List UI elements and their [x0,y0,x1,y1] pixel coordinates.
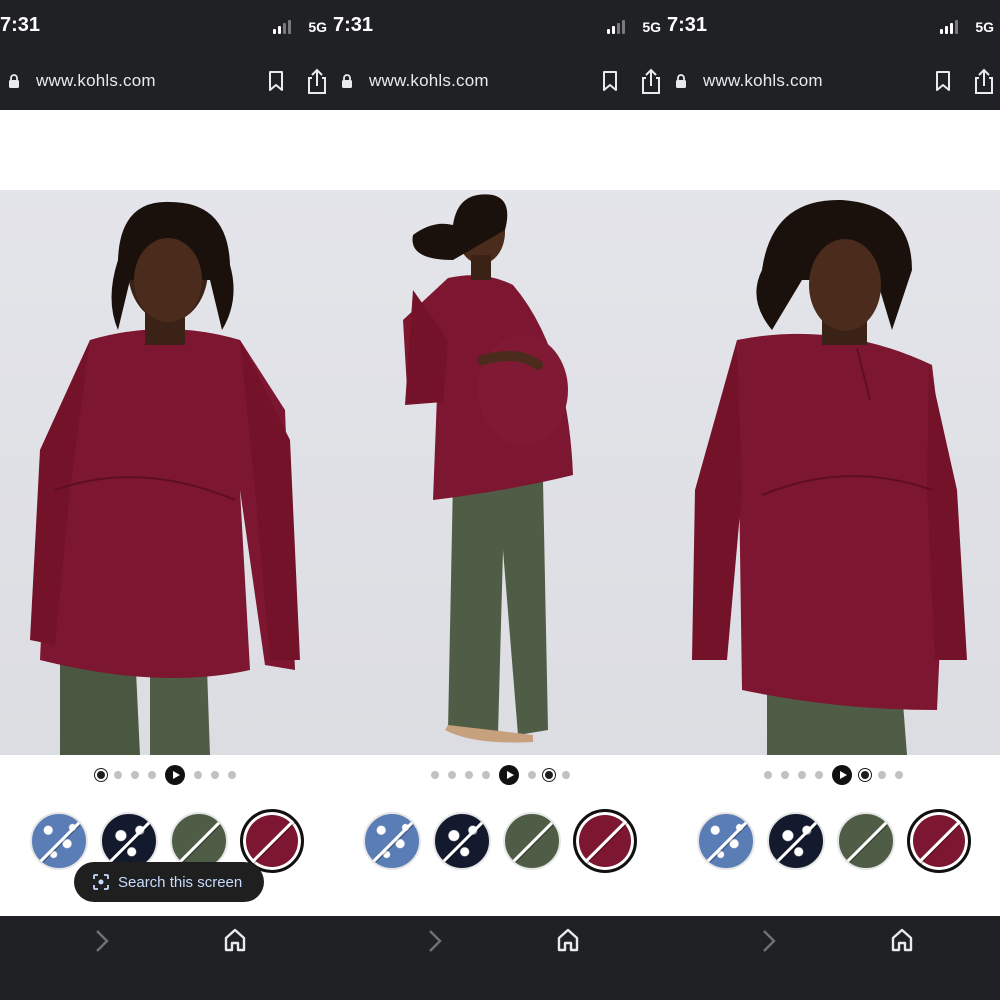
carousel-dot[interactable] [544,771,553,779]
url-text[interactable]: www.kohls.com [369,71,489,91]
carousel-dot[interactable] [211,771,219,779]
signal-icon [273,20,291,34]
forward-icon[interactable] [92,928,112,954]
search-this-screen-button[interactable]: Search this screen [74,862,264,902]
color-swatches [333,809,667,873]
carousel-dot[interactable] [447,771,456,779]
status-time: 7:31 [667,14,708,36]
browser-url-bar[interactable]: www.kohls.com [0,54,333,110]
home-icon[interactable] [222,927,248,953]
swatch-olive[interactable] [503,812,561,870]
swatch-blue-floral[interactable] [696,812,755,870]
carousel-dot[interactable] [798,771,806,779]
status-bar: 7:31 5G [333,0,667,54]
lock-icon [676,74,686,88]
forward-icon[interactable] [759,928,779,954]
lock-icon [342,74,352,88]
carousel-dot[interactable] [481,771,490,779]
carousel-dot[interactable] [228,771,236,779]
lens-icon [93,874,109,890]
carousel-dots[interactable] [333,765,667,785]
color-swatches [667,809,1000,873]
model-illustration [692,199,967,755]
model-illustration [403,194,573,743]
screenshot-panel-2: 7:31 5G www.kohls.com [333,0,667,1000]
forward-icon[interactable] [425,928,445,954]
swatch-wine[interactable] [906,809,971,873]
model-illustration [30,201,300,755]
bookmark-icon[interactable] [267,70,285,92]
share-icon[interactable] [972,67,996,95]
swatch-blue-floral[interactable] [29,812,88,870]
browser-bottom-bar [667,916,1000,1000]
carousel-dot[interactable] [764,771,772,779]
carousel-dot[interactable] [148,771,156,779]
carousel-dots[interactable] [667,765,1000,785]
network-label: 5G [642,19,661,35]
browser-url-bar[interactable]: www.kohls.com [667,54,1000,110]
bookmark-icon[interactable] [934,70,952,92]
carousel-dot[interactable] [114,771,122,779]
home-icon[interactable] [555,927,581,953]
chip-label: Search this screen [118,873,243,891]
video-play-icon[interactable] [498,765,519,785]
signal-icon [607,20,625,34]
carousel-dot[interactable] [895,771,903,779]
status-time: 7:31 [0,14,41,36]
carousel-dot[interactable] [194,771,202,779]
lock-icon [9,74,19,88]
swatch-blue-floral[interactable] [363,812,421,870]
carousel-dot[interactable] [131,771,139,779]
status-bar: 7:31 5G [0,0,333,54]
swatch-olive[interactable] [836,812,895,870]
carousel-dot[interactable] [781,771,789,779]
carousel-dots[interactable] [0,765,333,785]
network-label: 5G [308,19,327,35]
carousel-dot[interactable] [815,771,823,779]
network-label: 5G [975,19,994,35]
status-bar: 7:31 5G [667,0,1000,54]
browser-url-bar[interactable]: www.kohls.com [333,54,667,110]
carousel-dot[interactable] [464,771,473,779]
product-photo[interactable] [0,190,333,755]
carousel-dot[interactable] [430,771,439,779]
browser-bottom-bar [0,916,333,1000]
carousel-dot[interactable] [561,771,570,779]
screenshot-panel-3: 7:31 5G www.kohls.com [667,0,1000,1000]
carousel-dot[interactable] [861,771,869,779]
share-icon[interactable] [305,67,329,95]
browser-bottom-bar [333,916,667,1000]
status-time: 7:31 [333,14,374,36]
url-text[interactable]: www.kohls.com [36,71,156,91]
swatch-wine[interactable] [573,809,637,873]
carousel-dot[interactable] [878,771,886,779]
url-text[interactable]: www.kohls.com [703,71,823,91]
video-play-icon[interactable] [832,765,852,785]
share-icon[interactable] [639,67,663,95]
video-play-icon[interactable] [165,765,185,785]
product-photo[interactable] [667,190,1000,755]
swatch-navy-floral[interactable] [433,812,491,870]
carousel-dot[interactable] [527,771,536,779]
product-photo[interactable] [333,190,667,755]
swatch-navy-floral[interactable] [766,812,825,870]
home-icon[interactable] [889,927,915,953]
screenshot-panel-1: 7:31 5G www.kohls.com Search this screen [0,0,333,1000]
bookmark-icon[interactable] [601,70,619,92]
carousel-dot[interactable] [97,771,105,779]
signal-icon [940,20,958,34]
